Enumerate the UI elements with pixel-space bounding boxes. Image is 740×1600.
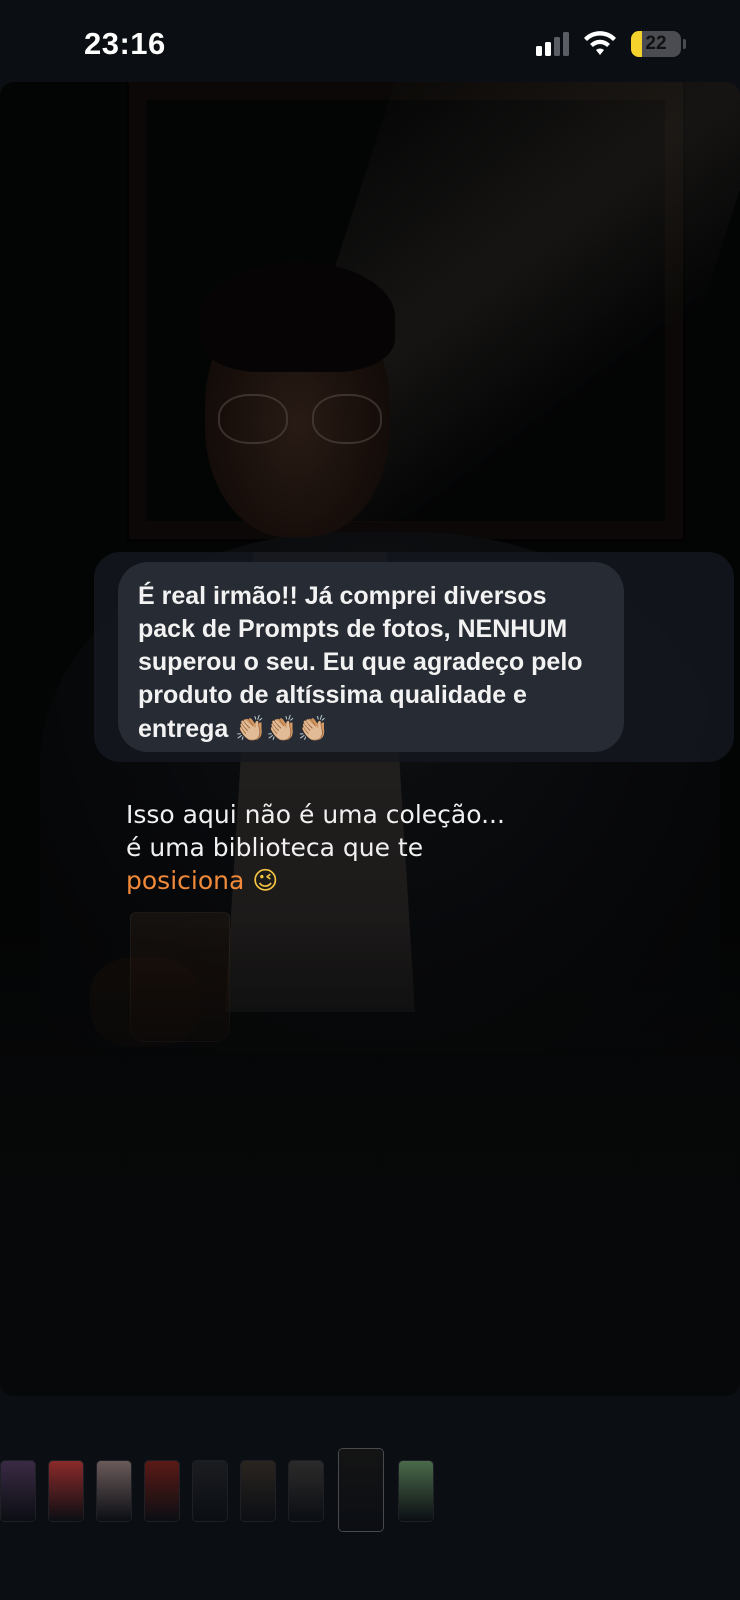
story-viewer[interactable]: É real irmão!! Já comprei diversos pack … — [0, 82, 740, 1396]
message-bubble: É real irmão!! Já comprei diversos pack … — [118, 562, 624, 752]
status-icons: 22 — [536, 28, 686, 60]
thumbnail-image — [339, 1449, 383, 1531]
story-thumb-3[interactable] — [96, 1460, 132, 1522]
story-thumb-8[interactable] — [338, 1448, 384, 1532]
thumbnail-image — [399, 1461, 433, 1521]
thumbnail-image — [1, 1461, 35, 1521]
story-thumb-6[interactable] — [240, 1460, 276, 1522]
battery-icon: 22 — [631, 31, 681, 57]
battery-percent: 22 — [645, 33, 667, 54]
thumbnail-image — [289, 1461, 323, 1521]
story-thumb-1[interactable] — [0, 1460, 36, 1522]
wink-emoji: 😉 — [252, 866, 279, 895]
caption-line-3: posiciona 😉 — [126, 864, 606, 897]
thumbnail-image — [193, 1461, 227, 1521]
cellular-signal-icon — [536, 32, 569, 56]
wifi-icon — [584, 31, 616, 55]
caption-accent-word: posiciona — [126, 866, 245, 895]
battery-tip — [683, 39, 686, 49]
thumbnail-image — [49, 1461, 83, 1521]
story-thumb-7[interactable] — [288, 1460, 324, 1522]
story-caption: Isso aqui não é uma coleção... é uma bib… — [126, 798, 606, 897]
thumbnail-image — [145, 1461, 179, 1521]
status-bar: 23:16 22 — [0, 0, 740, 82]
thumbnail-image — [241, 1461, 275, 1521]
story-thumbnail-strip — [0, 1448, 740, 1538]
clapping-hands-emoji: 👏🏼👏🏼👏🏼 — [235, 714, 329, 743]
message-text: É real irmão!! Já comprei diversos pack … — [138, 582, 583, 743]
clock-time: 23:16 — [84, 26, 166, 61]
story-thumb-9[interactable] — [398, 1460, 434, 1522]
caption-line-2: é uma biblioteca que te — [126, 833, 424, 862]
story-thumb-4[interactable] — [144, 1460, 180, 1522]
battery-fill — [631, 31, 642, 57]
story-thumb-2[interactable] — [48, 1460, 84, 1522]
caption-line-1: Isso aqui não é uma coleção... — [126, 800, 505, 829]
thumbnail-image — [97, 1461, 131, 1521]
story-thumb-5[interactable] — [192, 1460, 228, 1522]
